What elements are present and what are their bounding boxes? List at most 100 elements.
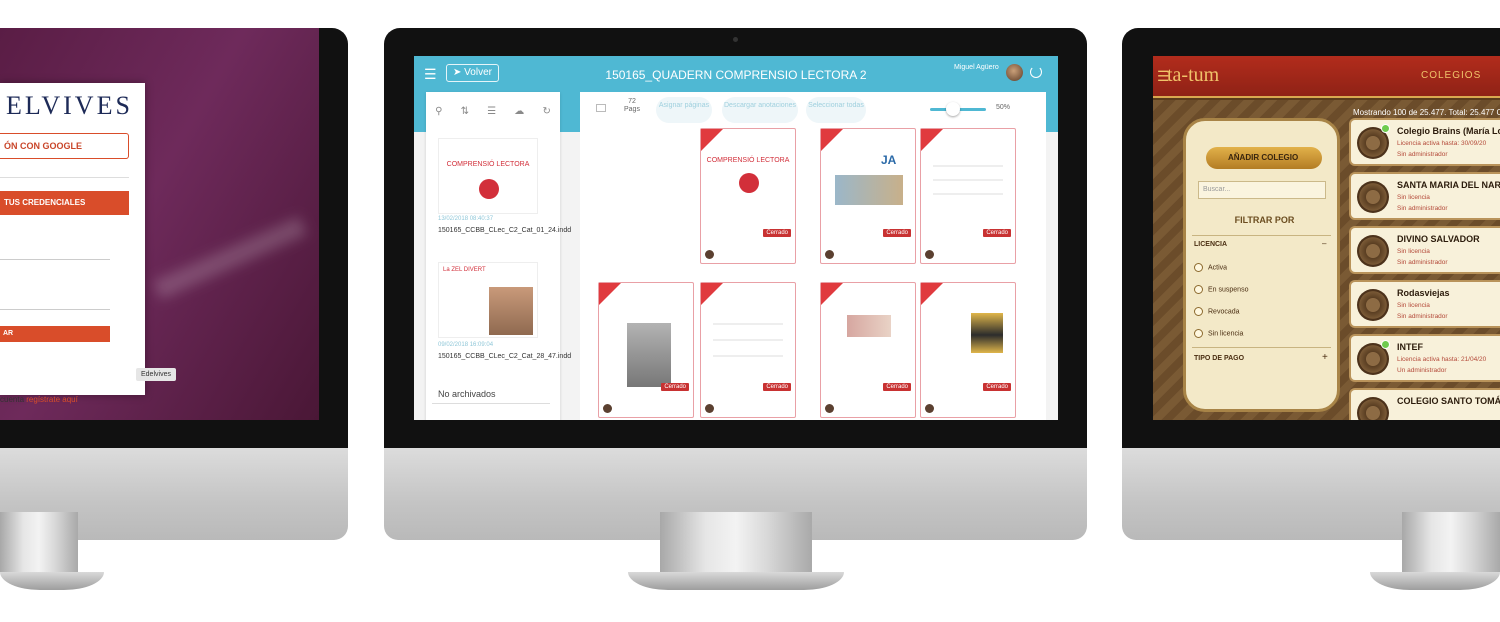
list-item[interactable]: DIVINO SALVADOR Sin licencia Sin adminis…	[1349, 226, 1500, 274]
page-badge	[739, 173, 759, 193]
download-annotations-button[interactable]: Descargar anotaciones	[722, 97, 798, 123]
option-label: En suspenso	[1208, 286, 1249, 294]
status-badge: Cerrado	[661, 383, 689, 391]
divider	[1192, 235, 1331, 236]
avatar[interactable]	[1006, 64, 1023, 81]
school-logo	[1357, 181, 1389, 213]
list-item[interactable]: Colegio Brains (María Lo Licencia activa…	[1349, 118, 1500, 166]
edelvives-login-screen: ELVIVES ÓN CON GOOGLE TUS CREDENCIALES A…	[0, 28, 319, 420]
license-option-active[interactable]: Activa	[1194, 263, 1227, 272]
avatar	[705, 404, 714, 413]
page-count-label: Pags	[624, 106, 640, 113]
star-icon	[701, 129, 723, 151]
tooltip: Edelvives	[136, 368, 176, 381]
search-input[interactable]: Buscar...	[1198, 181, 1326, 199]
list-icon[interactable]: ☰	[487, 106, 496, 117]
status-badge: Cerrado	[983, 383, 1011, 391]
avatar	[825, 250, 834, 259]
option-label: Sin licencia	[1208, 330, 1244, 338]
status-dot	[1381, 124, 1390, 133]
text-line	[933, 193, 1003, 195]
star-icon	[921, 129, 943, 151]
refresh-icon[interactable]: ↻	[542, 106, 550, 117]
page-card[interactable]: Cerrado	[820, 282, 916, 418]
select-all-button[interactable]: Seleccionar todas	[806, 97, 866, 123]
product-showcase: ELVIVES ÓN CON GOOGLE TUS CREDENCIALES A…	[0, 0, 1500, 622]
thumb-title: COMPRENSIÓ LECTORA	[446, 161, 530, 168]
filter-panel: AÑADIR COLEGIO Buscar... FILTRAR POR LIC…	[1183, 118, 1340, 412]
file-thumbnail[interactable]: La ZEL DIVERT	[438, 262, 538, 338]
page-card[interactable]: COMPRENSIÓ LECTORA Cerrado	[700, 128, 796, 264]
add-school-button[interactable]: AÑADIR COLEGIO	[1206, 147, 1322, 169]
light-reflection	[152, 216, 308, 300]
license-option-none[interactable]: Sin licencia	[1194, 329, 1243, 338]
register-text: cuenta	[0, 395, 27, 404]
results-count: Mostrando 100 de 25.477. Total: 25.477 C…	[1353, 108, 1500, 117]
camera	[733, 37, 738, 42]
school-list: Colegio Brains (María Lo Licencia activa…	[1349, 118, 1500, 420]
page-card[interactable]: JA Cerrado	[820, 128, 916, 264]
school-name: DIVINO SALVADOR	[1397, 234, 1480, 244]
star-icon	[821, 129, 843, 151]
page-card[interactable]: Cerrado	[598, 282, 694, 418]
license-status: Sin licencia	[1397, 302, 1430, 309]
avatar	[825, 404, 834, 413]
school-logo	[1357, 397, 1389, 420]
expand-icon[interactable]: +	[1322, 352, 1328, 363]
power-icon[interactable]	[1030, 66, 1042, 78]
pages-toolbar: 72 Pags Asignar páginas Descargar anotac…	[580, 92, 1046, 128]
tatum-schools-screen: ☰ ta-tum COLEGIOS Mostrando 100 de 25.47…	[1153, 56, 1500, 420]
login-button[interactable]: AR	[0, 326, 110, 342]
page-image	[835, 175, 903, 205]
page-card[interactable]: Cerrado	[920, 282, 1016, 418]
list-item[interactable]: SANTA MARIA DEL NARA Sin licencia Sin ad…	[1349, 172, 1500, 220]
text-line	[933, 165, 1003, 167]
page-image	[847, 315, 891, 337]
user-name: Miguel Agüero	[954, 64, 999, 71]
thumb-badge	[479, 179, 499, 199]
select-icon[interactable]	[596, 104, 606, 112]
admin-status: Sin administrador	[1397, 205, 1448, 212]
tatum-logo: ta-tum	[1167, 64, 1220, 86]
page-image	[971, 313, 1003, 353]
file-name[interactable]: 150165_CCBB_CLec_C2_Cat_01_24.indd	[438, 226, 571, 235]
text-line	[933, 179, 1003, 181]
file-sidebar: ⚲ ⇅ ☰ ☁ ↻ COMPRENSIÓ LECTORA 13/02/2018 …	[426, 92, 571, 420]
username-field[interactable]	[0, 259, 110, 260]
upload-icon[interactable]: ☁	[514, 106, 524, 117]
middle-stand-base	[628, 572, 844, 590]
school-name: SANTA MARIA DEL NARA	[1397, 180, 1500, 190]
list-item[interactable]: Rodasviejas Sin licencia Sin administrad…	[1349, 280, 1500, 328]
file-thumbnail[interactable]: COMPRENSIÓ LECTORA	[438, 138, 538, 214]
list-item[interactable]: COLEGIO SANTO TOMÁS	[1349, 388, 1500, 420]
credentials-button[interactable]: TUS CREDENCIALES	[0, 191, 129, 215]
search-icon[interactable]: ⚲	[435, 106, 442, 117]
google-login-button[interactable]: ÓN CON GOOGLE	[0, 133, 129, 159]
archive-select[interactable]: No archivados	[432, 384, 550, 404]
star-icon	[821, 283, 843, 305]
password-field[interactable]	[0, 309, 110, 310]
avatar	[925, 404, 934, 413]
radio-icon	[1194, 263, 1203, 272]
file-date: 13/02/2018 08:40:37	[438, 216, 494, 222]
admin-status: Sin administrador	[1397, 313, 1448, 320]
page-card[interactable]: Cerrado	[700, 282, 796, 418]
license-option-revoked[interactable]: Revocada	[1194, 307, 1240, 316]
zoom-slider-handle[interactable]	[946, 102, 960, 116]
license-status: Sin licencia	[1397, 248, 1430, 255]
collapse-icon[interactable]: –	[1322, 239, 1326, 248]
sort-icon[interactable]: ⇅	[461, 106, 469, 117]
login-card: ELVIVES ÓN CON GOOGLE TUS CREDENCIALES A…	[0, 83, 145, 404]
page-card[interactable]: Cerrado	[920, 128, 1016, 264]
status-badge: Cerrado	[883, 229, 911, 237]
assign-pages-button[interactable]: Asignar páginas	[656, 97, 712, 123]
list-item[interactable]: INTEF Licencia activa hasta: 21/04/20 Un…	[1349, 334, 1500, 382]
left-stand-base	[0, 572, 104, 590]
thumb-title: La ZEL DIVERT	[443, 267, 486, 273]
radio-icon	[1194, 329, 1203, 338]
school-name: Rodasviejas	[1397, 288, 1450, 298]
register-link[interactable]: regístrate aquí	[26, 395, 78, 404]
file-name[interactable]: 150165_CCBB_CLec_C2_Cat_28_47.indd	[438, 352, 571, 361]
license-option-suspended[interactable]: En suspenso	[1194, 285, 1248, 294]
status-dot	[1381, 340, 1390, 349]
